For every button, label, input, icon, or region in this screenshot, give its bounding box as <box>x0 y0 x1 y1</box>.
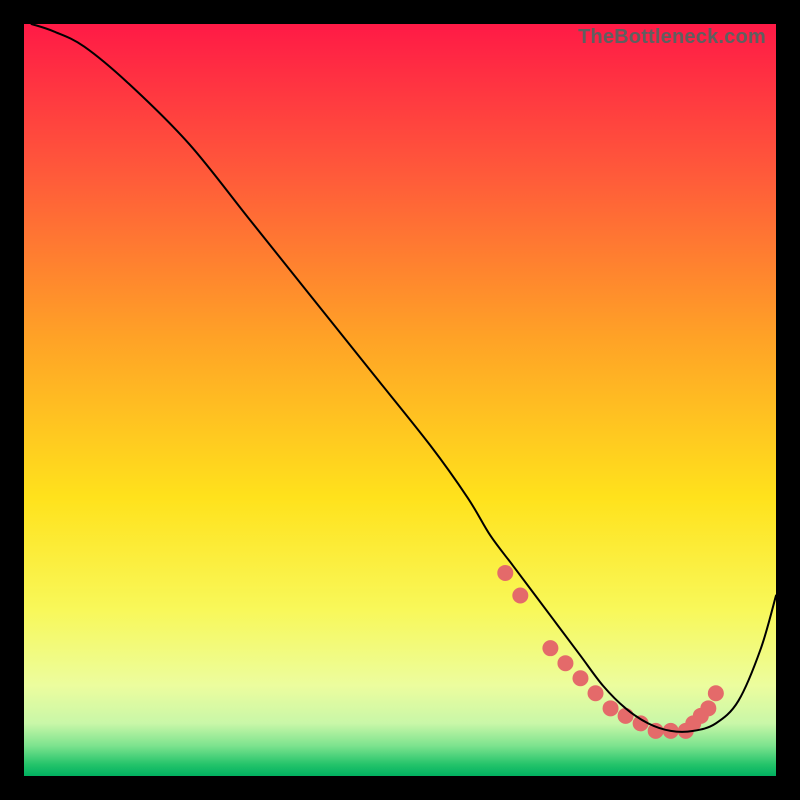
data-marker <box>603 700 619 716</box>
bottleneck-chart <box>24 24 776 776</box>
data-marker <box>497 565 513 581</box>
data-marker <box>618 708 634 724</box>
watermark-label: TheBottleneck.com <box>578 26 766 49</box>
data-marker <box>708 685 724 701</box>
data-marker <box>572 670 588 686</box>
data-marker <box>700 700 716 716</box>
data-marker <box>512 588 528 604</box>
data-marker <box>557 655 573 671</box>
chart-frame: TheBottleneck.com <box>24 24 776 776</box>
data-marker <box>588 685 604 701</box>
data-marker <box>542 640 558 656</box>
gradient-background <box>24 24 776 776</box>
